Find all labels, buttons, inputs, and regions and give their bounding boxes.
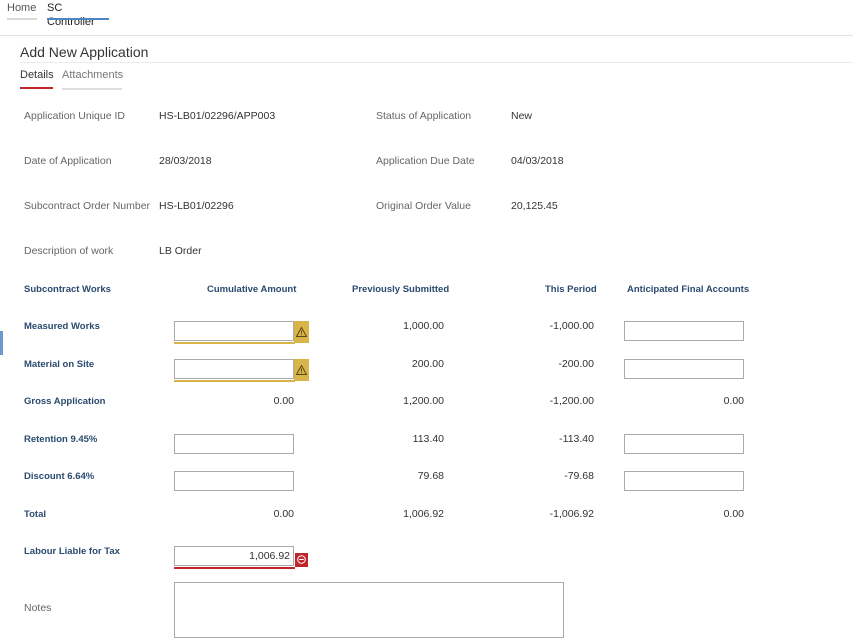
total-cumulative: 0.00 bbox=[273, 508, 294, 520]
nav-tab-home[interactable]: Home bbox=[7, 0, 37, 36]
due-date-label: Application Due Date bbox=[376, 155, 475, 167]
gross-application-cumulative: 0.00 bbox=[273, 395, 294, 407]
measured-works-anticipated-input[interactable] bbox=[624, 321, 744, 341]
measured-works-period: -1,000.00 bbox=[549, 320, 594, 332]
retention-period: -113.40 bbox=[559, 433, 594, 445]
row-label-measured-works: Measured Works bbox=[24, 321, 100, 332]
top-navigation: Home SC Controller bbox=[0, 0, 853, 36]
retention-cumulative-input[interactable] bbox=[174, 434, 294, 454]
order-value-label: Original Order Value bbox=[376, 200, 471, 212]
page-title: Add New Application bbox=[20, 44, 149, 60]
application-id-value: HS-LB01/02296/APP003 bbox=[159, 110, 276, 122]
measured-works-previous: 1,000.00 bbox=[403, 320, 444, 332]
labour-liable-error-underline bbox=[174, 567, 295, 569]
nav-tab-sc-controller[interactable]: SC Controller bbox=[47, 0, 109, 36]
row-label-discount: Discount 6.64% bbox=[24, 471, 95, 482]
order-number-value: HS-LB01/02296 bbox=[159, 200, 234, 212]
warning-icon bbox=[294, 359, 309, 381]
nav-tab-sc-controller-label: SC Controller bbox=[47, 2, 95, 28]
row-label-material-on-site: Material on Site bbox=[24, 359, 95, 370]
header-anticipated-final: Anticipated Final Accounts bbox=[627, 284, 750, 295]
description-label: Description of work bbox=[24, 245, 114, 257]
row-label-gross-application: Gross Application bbox=[24, 396, 106, 407]
material-on-site-previous: 200.00 bbox=[411, 358, 444, 370]
order-value-value: 20,125.45 bbox=[511, 200, 558, 212]
notes-textarea[interactable] bbox=[174, 582, 564, 638]
tab-details-underline bbox=[20, 87, 53, 89]
header-this-period: This Period bbox=[545, 284, 597, 295]
notes-label: Notes bbox=[24, 602, 52, 614]
title-divider bbox=[20, 62, 853, 63]
application-date-label: Date of Application bbox=[24, 155, 112, 167]
nav-tab-home-underline bbox=[7, 18, 37, 20]
total-previous: 1,006.92 bbox=[403, 508, 444, 520]
retention-previous: 113.40 bbox=[412, 433, 444, 445]
material-on-site-cumulative-input[interactable] bbox=[174, 359, 294, 379]
application-date-value: 28/03/2018 bbox=[159, 155, 212, 167]
tab-attachments[interactable]: Attachments bbox=[62, 69, 123, 81]
labour-liable-input[interactable]: 1,006.92 bbox=[174, 546, 294, 566]
discount-previous: 79.68 bbox=[417, 470, 444, 482]
nav-tab-sc-controller-underline bbox=[47, 18, 109, 20]
discount-anticipated-input[interactable] bbox=[624, 471, 744, 491]
header-subcontract-works: Subcontract Works bbox=[24, 284, 111, 295]
description-value: LB Order bbox=[159, 245, 202, 257]
discount-cumulative-input[interactable] bbox=[174, 471, 294, 491]
error-icon bbox=[295, 553, 308, 567]
discount-period: -79.68 bbox=[564, 470, 594, 482]
row-label-total: Total bbox=[24, 509, 46, 520]
measured-works-warning-underline bbox=[174, 342, 295, 344]
application-id-label: Application Unique ID bbox=[24, 110, 125, 122]
header-previously-submitted: Previously Submitted bbox=[352, 284, 450, 295]
tab-details[interactable]: Details bbox=[20, 69, 54, 81]
row-label-labour-liable: Labour Liable for Tax bbox=[24, 546, 120, 557]
tab-attachments-underline bbox=[62, 88, 122, 90]
measured-works-cumulative-input[interactable] bbox=[174, 321, 294, 341]
material-on-site-warning-underline bbox=[174, 380, 295, 382]
gross-application-period: -1,200.00 bbox=[549, 395, 594, 407]
row-label-retention: Retention 9.45% bbox=[24, 434, 98, 445]
total-period: -1,006.92 bbox=[549, 508, 594, 520]
status-label: Status of Application bbox=[376, 110, 472, 122]
order-number-label: Subcontract Order Number bbox=[24, 200, 151, 212]
nav-tab-home-label: Home bbox=[7, 2, 37, 14]
material-on-site-anticipated-input[interactable] bbox=[624, 359, 744, 379]
status-value: New bbox=[511, 110, 533, 122]
due-date-value: 04/03/2018 bbox=[511, 155, 564, 167]
header-cumulative-amount: Cumulative Amount bbox=[207, 284, 297, 295]
retention-anticipated-input[interactable] bbox=[624, 434, 744, 454]
gross-application-previous: 1,200.00 bbox=[403, 395, 444, 407]
material-on-site-period: -200.00 bbox=[558, 358, 594, 370]
left-edge-marker bbox=[0, 331, 3, 355]
gross-application-anticipated: 0.00 bbox=[723, 395, 744, 407]
warning-icon bbox=[294, 321, 309, 343]
total-anticipated: 0.00 bbox=[723, 508, 744, 520]
